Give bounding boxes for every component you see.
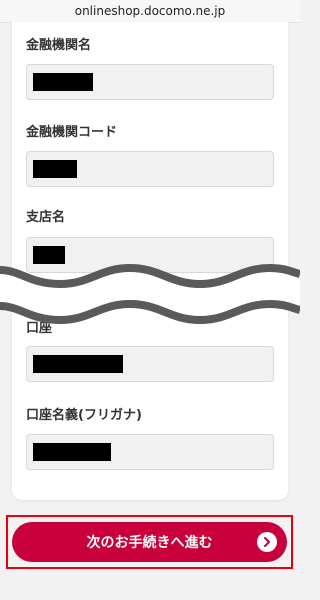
browser-url-bar[interactable]: onlineshop.docomo.ne.jp: [0, 0, 300, 23]
bank-name-input[interactable]: [26, 64, 274, 100]
redacted-value: [33, 73, 93, 91]
bank-code-input[interactable]: [26, 151, 274, 187]
chevron-right-icon: [257, 532, 277, 552]
proceed-button[interactable]: 次のお手続きへ進む: [12, 522, 287, 562]
url-text: onlineshop.docomo.ne.jp: [74, 4, 226, 18]
bank-name-label: 金融機関名: [26, 38, 92, 53]
redacted-value: [33, 355, 123, 373]
account-holder-kana-input[interactable]: [26, 434, 274, 470]
redacted-value: [33, 160, 77, 178]
proceed-button-label: 次のお手続きへ進む: [86, 535, 213, 551]
submit-highlight-frame: 次のお手続きへ進む: [6, 515, 293, 569]
account-holder-kana-label: 口座名義(フリガナ): [26, 408, 142, 423]
branch-name-label: 支店名: [26, 210, 66, 225]
bank-code-label: 金融機関コード: [26, 125, 118, 140]
section-break-wave: [0, 263, 300, 325]
account-input[interactable]: [26, 346, 274, 382]
chevron-right-icon-glyph: [264, 537, 270, 547]
redacted-value: [33, 443, 111, 461]
